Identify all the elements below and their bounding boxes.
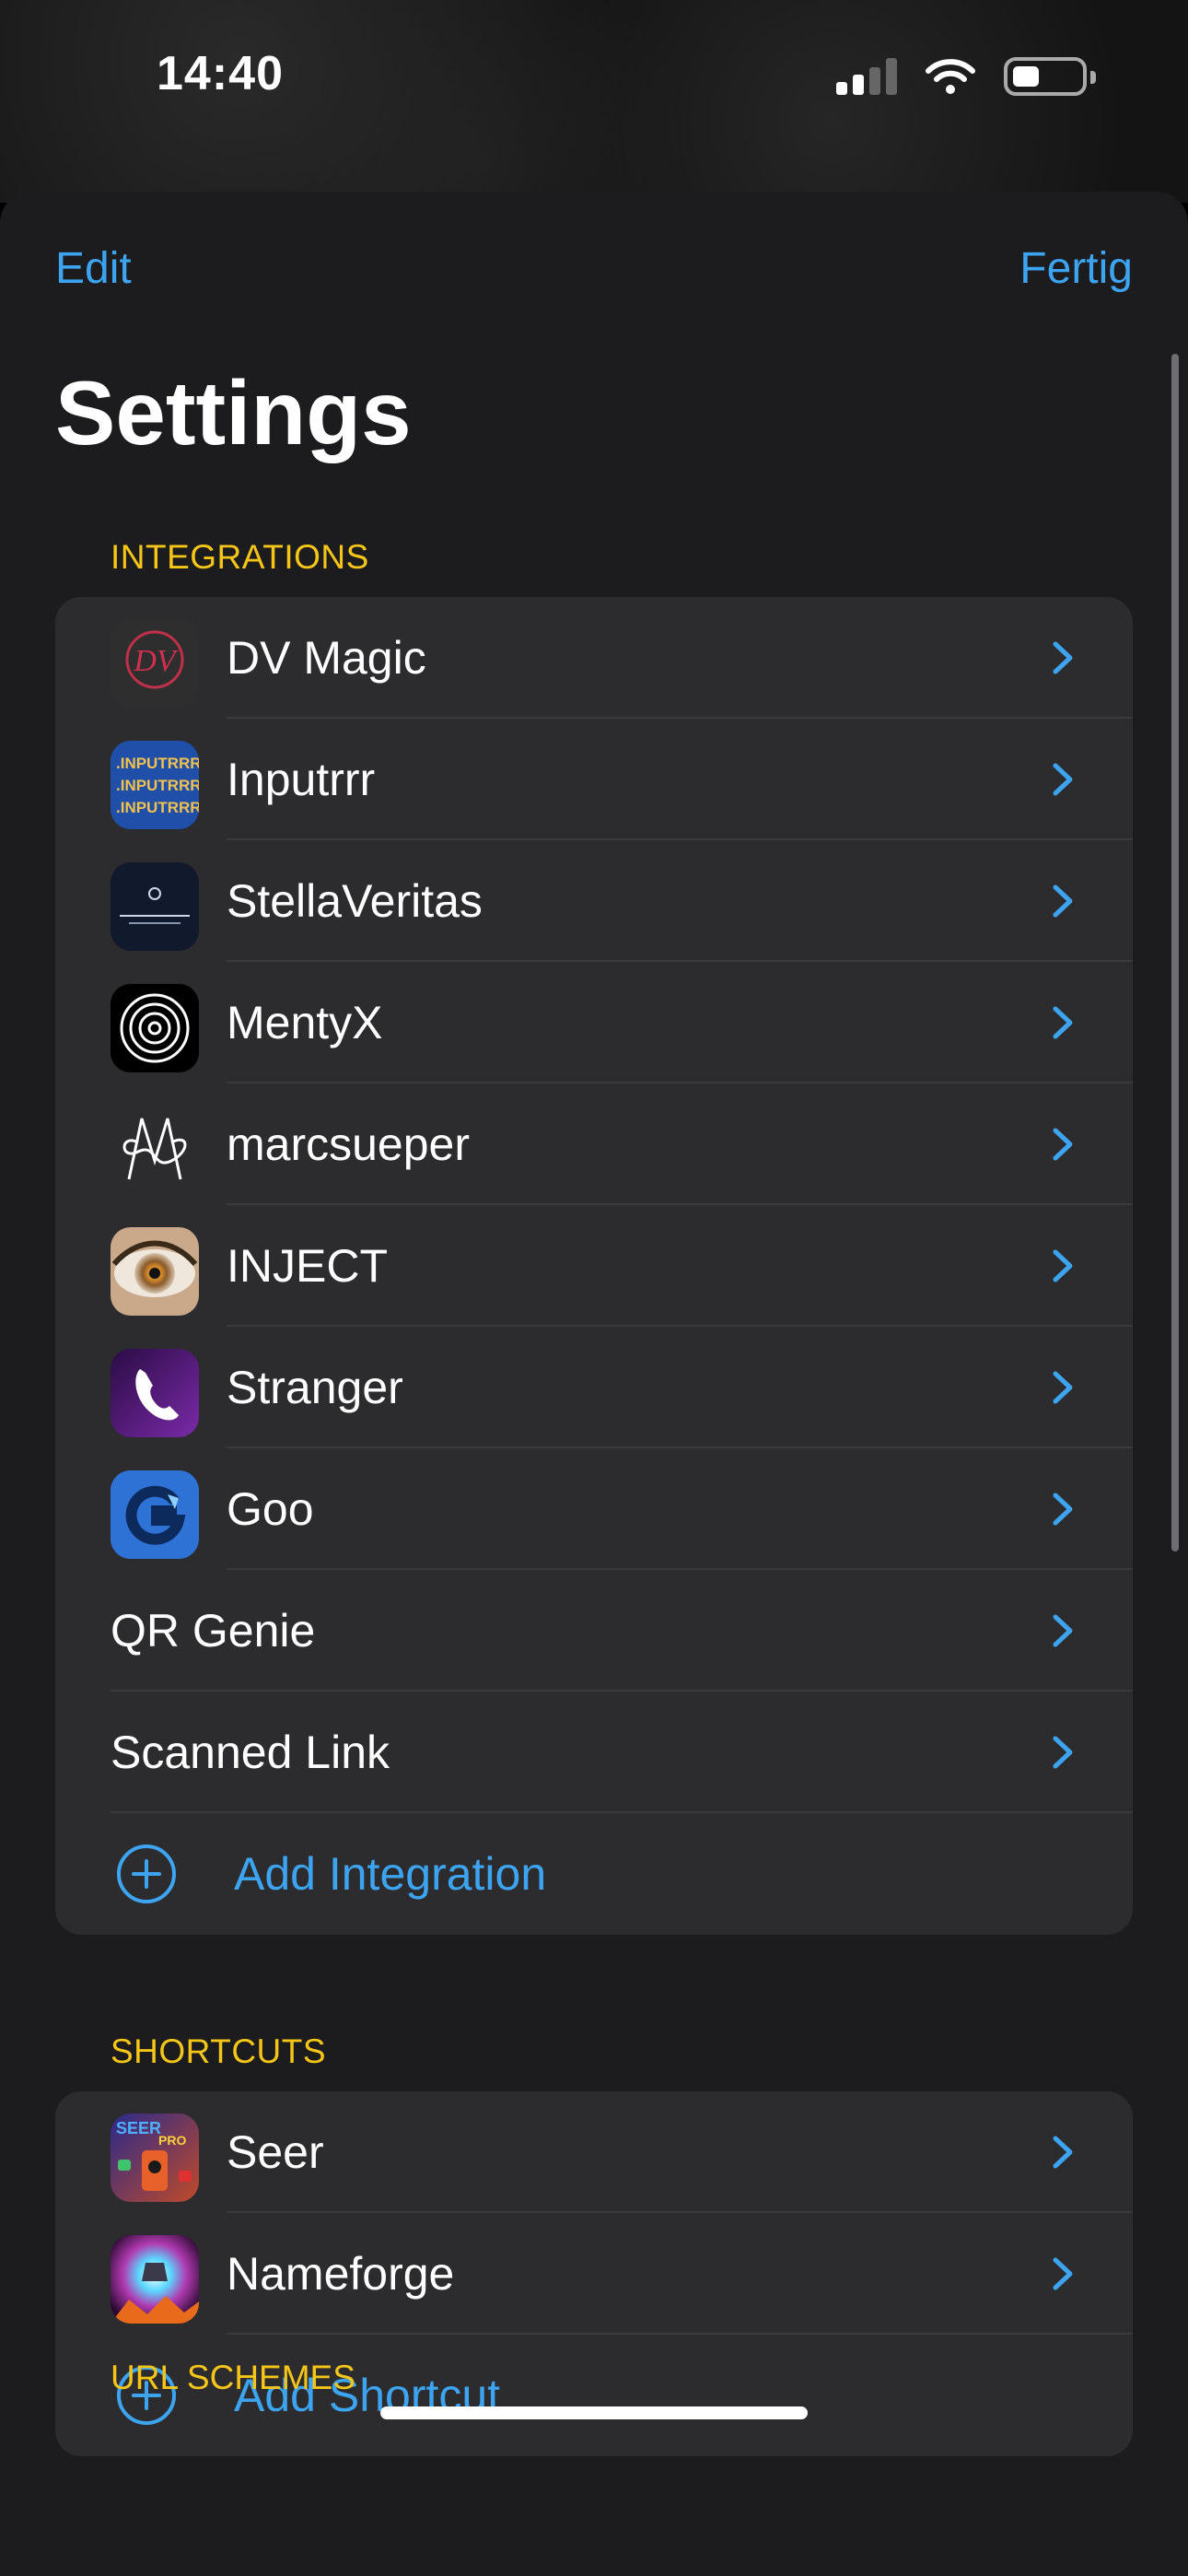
plus-circle-icon: [117, 1844, 176, 1903]
integration-row-scanned-link[interactable]: Scanned Link: [55, 1692, 1133, 1813]
done-button[interactable]: Fertig: [1019, 243, 1133, 294]
section-header-shortcuts: SHORTCUTS: [111, 2032, 327, 2070]
integration-label: INJECT: [227, 1240, 388, 1292]
chevron-right-icon: [1053, 1614, 1073, 1647]
cellular-signal-icon: [836, 58, 897, 95]
integration-row-qr-genie[interactable]: QR Genie: [55, 1570, 1133, 1692]
seer-icon: SEER PRO: [111, 2113, 199, 2202]
home-indicator[interactable]: [380, 2406, 808, 2419]
integration-label: Scanned Link: [111, 1727, 390, 1778]
integration-row-stellaveritas[interactable]: StellaVeritas: [55, 840, 1133, 962]
integrations-group: DV DV Magic .INPUTRRR .INPUTRRR .INPUTRRR …: [55, 597, 1133, 1935]
stellaveritas-icon: [111, 862, 199, 951]
svg-text:.INPUTRRR: .INPUTRRR: [116, 799, 199, 816]
chevron-right-icon: [1053, 1736, 1073, 1769]
stranger-icon: [111, 1349, 199, 1437]
nameforge-icon: [111, 2235, 199, 2324]
mentyx-icon: [111, 984, 199, 1072]
integration-label: Goo: [227, 1483, 314, 1535]
shortcut-row-seer[interactable]: SEER PRO Seer: [55, 2091, 1133, 2213]
svg-text:SEER: SEER: [116, 2119, 161, 2137]
add-integration-label: Add Integration: [234, 1848, 547, 1900]
integration-row-inputrrr[interactable]: .INPUTRRR .INPUTRRR .INPUTRRR Inputrrr: [55, 719, 1133, 840]
integration-row-mentyx[interactable]: MentyX: [55, 962, 1133, 1083]
integration-label: marcsueper: [227, 1118, 470, 1170]
settings-sheet: Edit Fertig Settings INTEGRATIONS DV DV …: [0, 192, 1188, 2576]
chevron-right-icon: [1053, 1128, 1073, 1161]
goo-icon: [111, 1470, 199, 1559]
shortcuts-group: SEER PRO Seer Nameforge Add Shortcut: [55, 2091, 1133, 2456]
integration-row-inject[interactable]: INJECT: [55, 1205, 1133, 1327]
integration-row-dv-magic[interactable]: DV DV Magic: [55, 597, 1133, 719]
section-header-integrations: INTEGRATIONS: [111, 538, 369, 576]
integration-label: DV Magic: [227, 632, 426, 684]
status-time: 14:40: [157, 47, 284, 100]
chevron-right-icon: [1053, 1493, 1073, 1526]
svg-text:.INPUTRRR: .INPUTRRR: [116, 755, 199, 772]
integration-row-stranger[interactable]: Stranger: [55, 1327, 1133, 1448]
inputrrr-icon: .INPUTRRR .INPUTRRR .INPUTRRR: [111, 741, 199, 829]
shortcut-label: Seer: [227, 2126, 324, 2178]
battery-icon: [1004, 57, 1096, 96]
chevron-right-icon: [1053, 2257, 1073, 2290]
chevron-right-icon: [1053, 1249, 1073, 1282]
integration-label: Inputrrr: [227, 754, 376, 805]
chevron-right-icon: [1053, 763, 1073, 796]
svg-text:.INPUTRRR: .INPUTRRR: [116, 777, 199, 794]
add-integration-button[interactable]: Add Integration: [55, 1813, 1133, 1935]
shortcut-row-nameforge[interactable]: Nameforge: [55, 2213, 1133, 2335]
wifi-icon: [926, 59, 975, 94]
integration-label: StellaVeritas: [227, 875, 483, 927]
integration-label: Stranger: [227, 1362, 403, 1413]
chevron-right-icon: [1053, 1006, 1073, 1039]
chevron-right-icon: [1053, 1371, 1073, 1404]
dv-magic-icon: DV: [111, 619, 199, 708]
integration-label: MentyX: [227, 997, 383, 1048]
shortcut-label: Nameforge: [227, 2248, 455, 2300]
integration-row-goo[interactable]: Goo: [55, 1448, 1133, 1570]
chevron-right-icon: [1053, 884, 1073, 918]
svg-text:PRO: PRO: [158, 2133, 186, 2148]
page-title: Settings: [55, 362, 412, 463]
section-header-url-schemes: URL SCHEMES: [111, 2359, 355, 2396]
status-bar: 14:40: [0, 0, 1188, 157]
scrollbar[interactable]: [1171, 354, 1179, 1551]
integration-row-marcsueper[interactable]: marcsueper: [55, 1083, 1133, 1205]
edit-button[interactable]: Edit: [55, 243, 132, 294]
chevron-right-icon: [1053, 2136, 1073, 2169]
svg-text:DV: DV: [133, 644, 180, 678]
status-icons: [836, 57, 1096, 96]
chevron-right-icon: [1053, 641, 1073, 674]
integration-label: QR Genie: [111, 1605, 316, 1657]
marcsueper-icon: [111, 1106, 199, 1194]
inject-icon: [111, 1227, 199, 1316]
